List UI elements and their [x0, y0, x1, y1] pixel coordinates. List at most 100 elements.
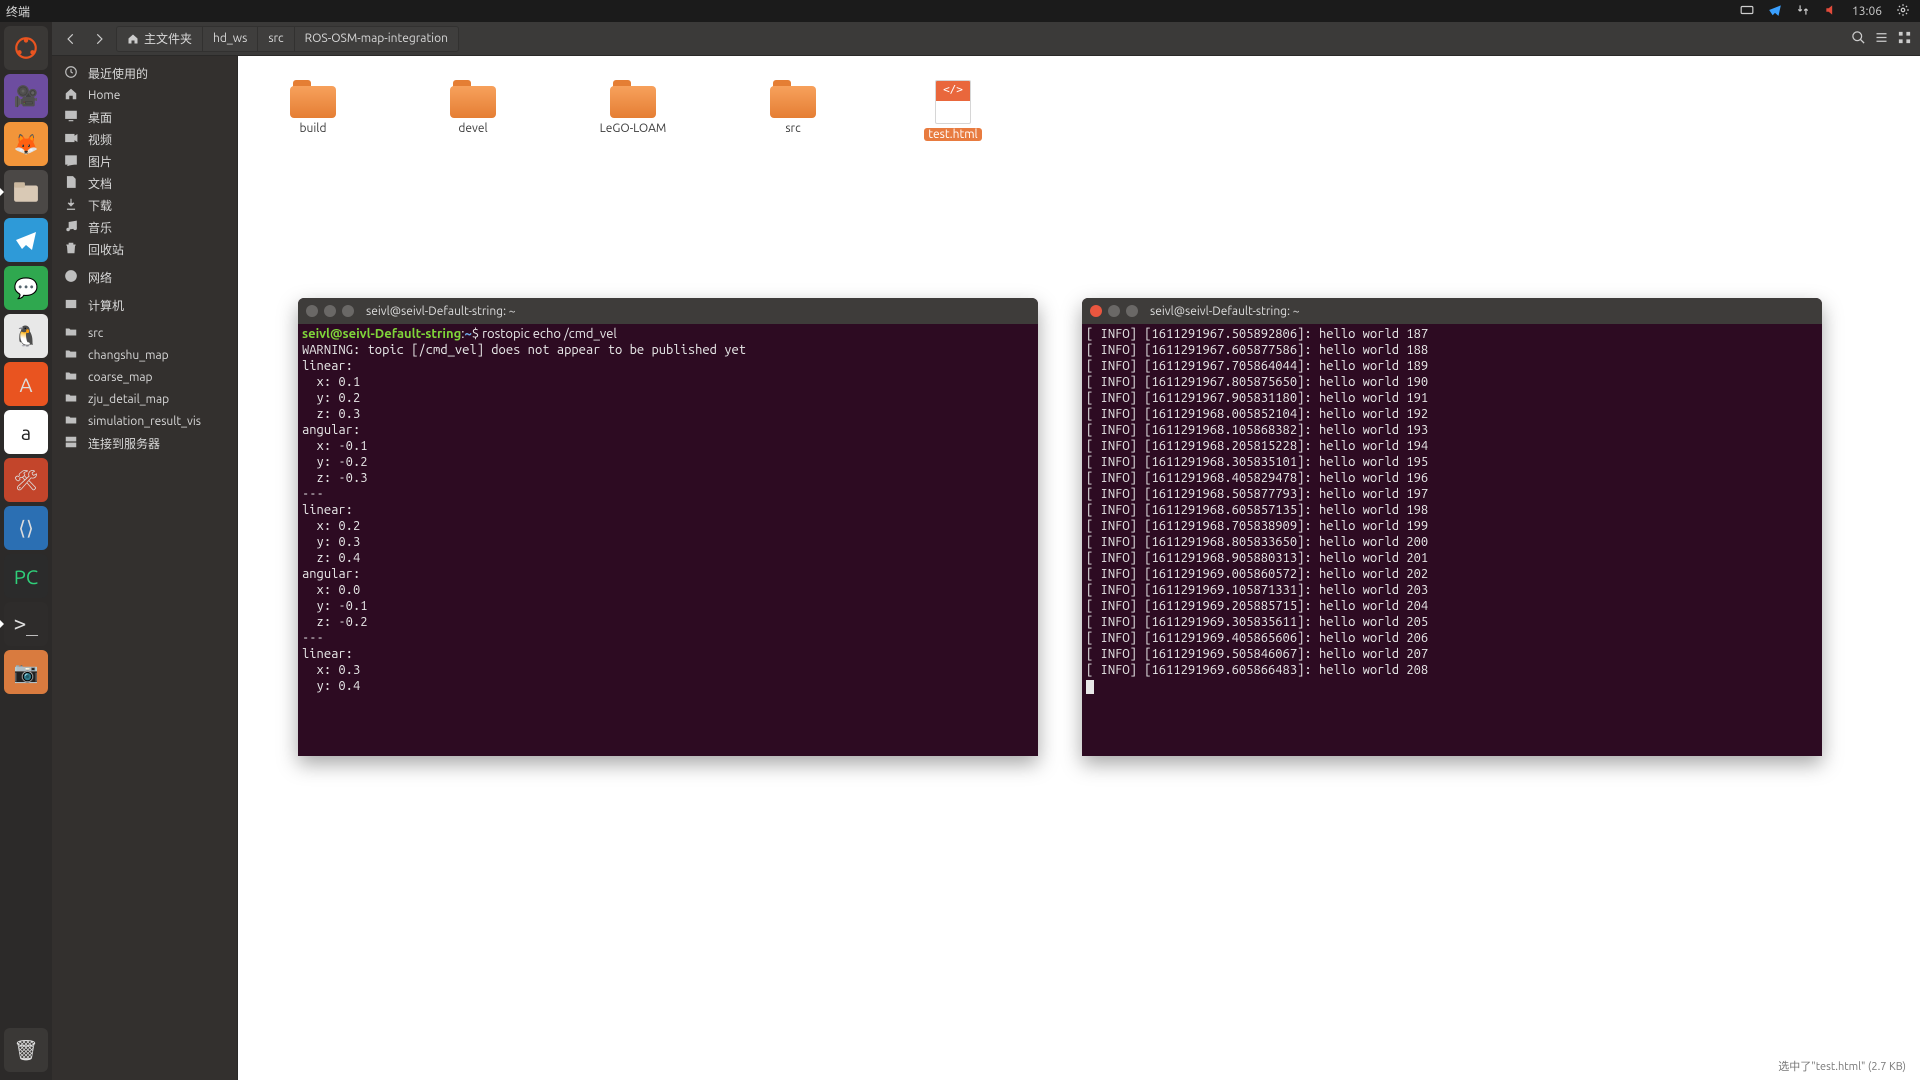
volume-icon[interactable] — [1824, 3, 1838, 20]
home-icon — [64, 87, 78, 104]
search-icon[interactable] — [1851, 30, 1866, 48]
dash-icon[interactable] — [4, 26, 48, 70]
sidebar-item-视频[interactable]: 视频 — [52, 128, 237, 150]
network-icon[interactable] — [1796, 3, 1810, 20]
app-wechat-icon[interactable]: 💬 — [4, 266, 48, 310]
net-icon — [64, 269, 78, 286]
breadcrumb: 主文件夹 hd_ws src ROS-OSM-map-integration — [116, 26, 459, 52]
file-name: src — [785, 122, 800, 135]
trash-icon[interactable]: 🗑 — [4, 1028, 48, 1072]
sidebar-item-changshu_map[interactable]: changshu_map — [52, 344, 237, 366]
file-name: test.html — [924, 128, 981, 141]
file-item-build[interactable]: build — [268, 80, 358, 141]
terminal-window-2[interactable]: seivl@seivl-Default-string: ~ [ INFO] [1… — [1082, 298, 1822, 756]
view-grid-icon[interactable] — [1897, 30, 1912, 48]
download-icon — [64, 197, 78, 214]
file-name: build — [300, 122, 327, 135]
sidebar-item-label: src — [88, 327, 103, 340]
minimize-icon[interactable] — [1108, 305, 1120, 317]
unity-launcher: 🎥 🦊 💬 🐧 A a 🛠 ⟨⟩ PC >_ 📷 🗑 — [0, 22, 52, 1080]
terminal-1-body[interactable]: seivl@seivl-Default-string:~$ rostopic e… — [298, 324, 1038, 696]
sidebar-item-src[interactable]: src — [52, 322, 237, 344]
keyboard-icon[interactable] — [1740, 3, 1754, 20]
sidebar-item-桌面[interactable]: 桌面 — [52, 106, 237, 128]
breadcrumb-home[interactable]: 主文件夹 — [117, 27, 203, 51]
nav-back-button[interactable] — [60, 28, 82, 50]
sidebar-item-label: Home — [88, 89, 120, 102]
folder-icon — [290, 80, 336, 118]
sidebar-item-回收站[interactable]: 回收站 — [52, 238, 237, 260]
breadcrumb-seg-1[interactable]: src — [258, 27, 294, 51]
file-item-LeGO-LOAM[interactable]: LeGO-LOAM — [588, 80, 678, 141]
sidebar-item-label: 回收站 — [88, 241, 124, 258]
sidebar-item-label: 音乐 — [88, 219, 112, 236]
sidebar-item-simulation_result_vis[interactable]: simulation_result_vis — [52, 410, 237, 432]
trash-icon — [64, 241, 78, 258]
app-files-icon[interactable] — [4, 170, 48, 214]
sidebar-item-label: 连接到服务器 — [88, 435, 160, 452]
file-name: devel — [458, 122, 487, 135]
doc-icon — [64, 175, 78, 192]
terminal-2-body[interactable]: [ INFO] [1611291967.505892806]: hello wo… — [1082, 324, 1822, 696]
folder-icon — [770, 80, 816, 118]
sidebar-item-网络[interactable]: 网络 — [52, 266, 237, 288]
folder-icon — [64, 369, 78, 386]
folder-icon — [610, 80, 656, 118]
app-software-icon[interactable]: A — [4, 362, 48, 406]
close-icon[interactable] — [306, 305, 318, 317]
app-qq-icon[interactable]: 🐧 — [4, 314, 48, 358]
breadcrumb-seg-2[interactable]: ROS-OSM-map-integration — [295, 27, 458, 51]
nav-forward-button[interactable] — [88, 28, 110, 50]
sidebar-item-Home[interactable]: Home — [52, 84, 237, 106]
minimize-icon[interactable] — [324, 305, 336, 317]
terminal-1-title: seivl@seivl-Default-string: ~ — [366, 305, 516, 318]
sidebar-item-连接到服务器[interactable]: 连接到服务器 — [52, 432, 237, 454]
sidebar-item-label: coarse_map — [88, 371, 153, 384]
sidebar-item-zju_detail_map[interactable]: zju_detail_map — [52, 388, 237, 410]
app-settings-icon[interactable]: 🛠 — [4, 458, 48, 502]
active-window-title: 终端 — [6, 3, 30, 20]
app-firefox-icon[interactable]: 🦊 — [4, 122, 48, 166]
sidebar-item-label: 视频 — [88, 131, 112, 148]
terminal-window-1[interactable]: seivl@seivl-Default-string: ~ seivl@seiv… — [298, 298, 1038, 756]
close-icon[interactable] — [1090, 305, 1102, 317]
app-screenshot-icon[interactable]: 📷 — [4, 650, 48, 694]
file-item-test.html[interactable]: test.html — [908, 80, 998, 141]
html-icon — [935, 80, 971, 124]
folder-icon — [64, 325, 78, 342]
app-terminal-icon[interactable]: >_ — [4, 602, 48, 646]
sidebar-item-label: 网络 — [88, 269, 112, 286]
status-bar: 选中了"test.html" (2.7 KB) — [1778, 1058, 1906, 1074]
app-vscode-icon[interactable]: ⟨⟩ — [4, 506, 48, 550]
folder-icon — [64, 413, 78, 430]
sidebar-item-最近使用的[interactable]: 最近使用的 — [52, 62, 237, 84]
sidebar-item-label: zju_detail_map — [88, 393, 169, 406]
folder-icon — [64, 391, 78, 408]
breadcrumb-seg-0[interactable]: hd_ws — [203, 27, 258, 51]
sidebar-item-coarse_map[interactable]: coarse_map — [52, 366, 237, 388]
maximize-icon[interactable] — [1126, 305, 1138, 317]
folder-icon — [64, 347, 78, 364]
terminal-2-titlebar[interactable]: seivl@seivl-Default-string: ~ — [1082, 298, 1822, 324]
app-obs-icon[interactable]: 🎥 — [4, 74, 48, 118]
file-item-devel[interactable]: devel — [428, 80, 518, 141]
sidebar-item-下载[interactable]: 下载 — [52, 194, 237, 216]
sidebar-item-计算机[interactable]: 计算机 — [52, 294, 237, 316]
app-amazon-icon[interactable]: a — [4, 410, 48, 454]
view-list-icon[interactable] — [1874, 30, 1889, 48]
app-pycharm-icon[interactable]: PC — [4, 554, 48, 598]
file-item-src[interactable]: src — [748, 80, 838, 141]
terminal-1-titlebar[interactable]: seivl@seivl-Default-string: ~ — [298, 298, 1038, 324]
app-telegram-icon[interactable] — [4, 218, 48, 262]
system-tray: 13:06 — [1740, 3, 1920, 20]
maximize-icon[interactable] — [342, 305, 354, 317]
sidebar-item-label: 计算机 — [88, 297, 124, 314]
desktop-icon — [64, 109, 78, 126]
music-icon — [64, 219, 78, 236]
gear-icon[interactable] — [1896, 3, 1910, 20]
sidebar-item-文档[interactable]: 文档 — [52, 172, 237, 194]
clock[interactable]: 13:06 — [1852, 5, 1882, 18]
sidebar-item-图片[interactable]: 图片 — [52, 150, 237, 172]
sidebar-item-音乐[interactable]: 音乐 — [52, 216, 237, 238]
telegram-tray-icon[interactable] — [1768, 3, 1782, 20]
